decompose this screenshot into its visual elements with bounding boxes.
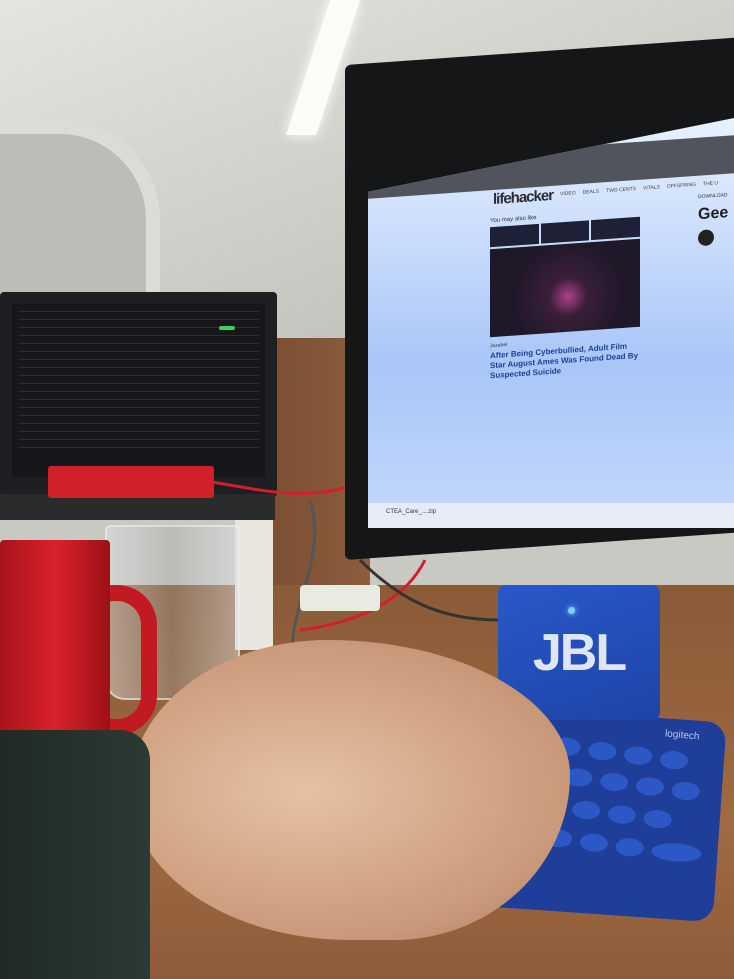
site-logo[interactable]: lifehacker xyxy=(493,186,553,207)
thumbnail[interactable] xyxy=(540,220,590,244)
download-file[interactable]: CTEA_Care_....zip xyxy=(386,509,436,515)
sidebar-label: DOWNLOAD xyxy=(698,192,728,201)
nav-item[interactable]: THE U xyxy=(703,180,718,187)
nav-item[interactable]: VITALS xyxy=(643,184,660,191)
red-usb-hub xyxy=(48,466,214,498)
sidebar-heading[interactable]: Gee xyxy=(698,204,734,225)
avatar xyxy=(698,229,714,247)
article-image[interactable] xyxy=(490,238,640,338)
laptop-stand xyxy=(235,515,273,650)
nav-item[interactable]: OFFSPRING xyxy=(667,182,696,190)
nav-item[interactable]: DEALS xyxy=(583,189,599,196)
sleeve xyxy=(0,730,150,979)
thumbnail[interactable] xyxy=(591,216,641,241)
red-mug xyxy=(0,540,110,745)
speaker-logo: JBL xyxy=(532,623,627,682)
article-card[interactable]: You may also like Jezebel After Being Cy… xyxy=(490,208,641,381)
hand xyxy=(130,640,570,940)
speaker-led xyxy=(568,607,575,614)
nav-item[interactable]: TWO CENTS xyxy=(606,186,636,194)
laptop-screen xyxy=(12,304,265,477)
laptop-green-button xyxy=(219,326,235,330)
sidebar: DOWNLOAD Gee xyxy=(698,192,734,247)
nav-item[interactable]: VIDEO xyxy=(560,190,576,197)
download-bar: CTEA_Care_....zip xyxy=(368,503,734,528)
thumbnail[interactable] xyxy=(490,223,539,248)
